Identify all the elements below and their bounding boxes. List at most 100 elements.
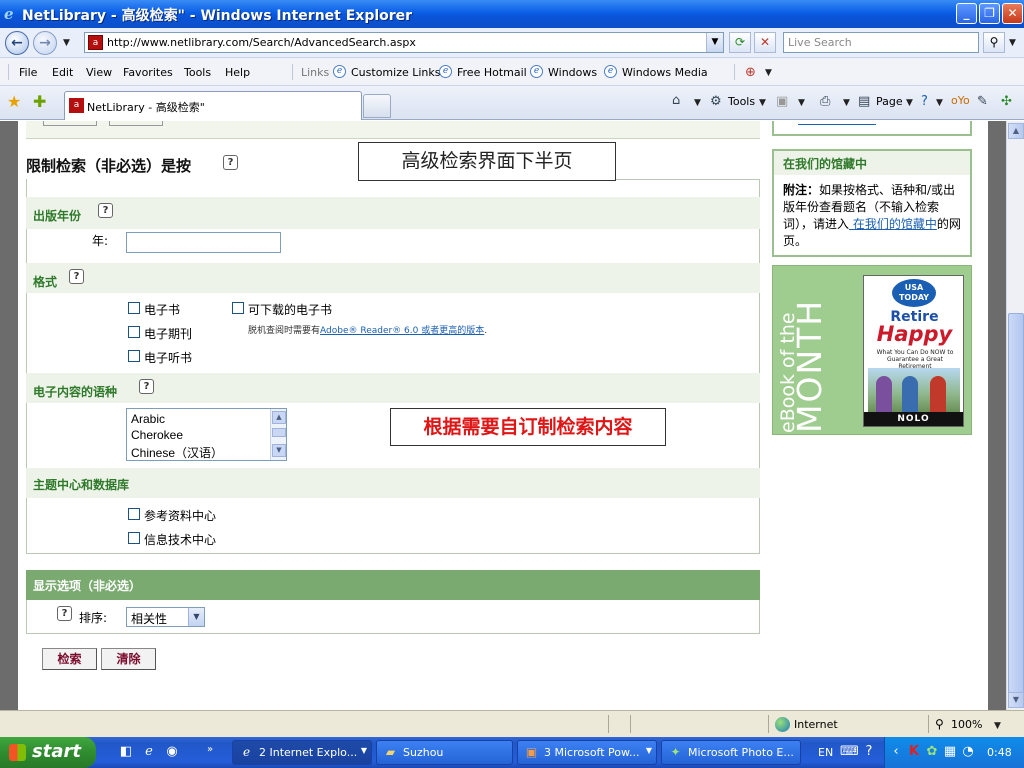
feeds-icon[interactable]: ▣ [776, 94, 788, 109]
page-icon[interactable]: ▤ [858, 94, 870, 109]
menu-tools[interactable]: Tools [184, 66, 211, 79]
back-button[interactable]: ← [5, 31, 29, 55]
favorites-star-icon[interactable]: ★ [7, 92, 21, 111]
taskbar-photo-editor[interactable]: ✦ Microsoft Photo E... [661, 740, 801, 765]
print-dropdown-icon[interactable]: ▼ [843, 98, 850, 108]
close-button[interactable]: ✕ [1002, 3, 1023, 24]
ie-quicklaunch-icon[interactable]: e [141, 744, 157, 760]
search-go-button[interactable]: ⚲ [983, 32, 1005, 53]
help-question-icon[interactable]: ? [57, 606, 72, 621]
zoom-level[interactable]: 100% [951, 718, 982, 731]
zoom-magnifier-icon[interactable]: ⚲ [935, 717, 944, 731]
volume-icon[interactable]: ◔ [960, 744, 976, 760]
research-icon[interactable]: ✎ [977, 94, 988, 109]
page-dropdown-icon[interactable]: ▼ [906, 98, 913, 108]
scroll-thumb[interactable] [1008, 313, 1024, 693]
security-zone[interactable]: Internet [794, 718, 838, 731]
page-command[interactable]: Page [876, 95, 903, 108]
media-player-icon[interactable]: ◉ [164, 744, 180, 760]
yahoo-icon[interactable]: oYo [951, 94, 970, 107]
help-dropdown-icon[interactable]: ▼ [936, 98, 943, 108]
taskbar-ie-windows[interactable]: e 2 Internet Explo... ▼ [232, 740, 372, 765]
link-windows-media[interactable]: Windows Media [622, 66, 708, 79]
language-help-icon[interactable]: ? [861, 744, 877, 760]
it-center-checkbox[interactable] [128, 532, 140, 544]
ejournal-checkbox[interactable] [128, 326, 140, 338]
tools-dropdown-icon[interactable]: ▼ [759, 98, 766, 108]
search-button[interactable]: 检索 [42, 648, 97, 670]
tab-netlibrary[interactable]: a NetLibrary - 高级检索" [64, 91, 362, 120]
restore-button[interactable]: ❐ [979, 3, 1000, 24]
addon-icon[interactable]: ✣ [1001, 94, 1012, 109]
ebook-checkbox[interactable] [128, 302, 140, 314]
address-dropdown-icon[interactable]: ▼ [706, 33, 723, 52]
adobe-reader-link[interactable]: Adobe® Reader® 6.0 或者更高的版本 [320, 326, 484, 336]
input-language[interactable]: EN [818, 746, 833, 759]
help-question-icon[interactable]: ? [223, 155, 238, 170]
quicklaunch-overflow-icon[interactable]: » [202, 744, 218, 760]
taskbar-powerpoint[interactable]: ▣ 3 Microsoft Pow... ▼ [517, 740, 657, 765]
reference-center-checkbox[interactable] [128, 508, 140, 520]
chevron-down-icon[interactable]: ▼ [188, 608, 204, 626]
page-scrollbar[interactable]: ▲ ▼ [1006, 121, 1024, 710]
feeds-dropdown-icon[interactable]: ▼ [798, 98, 805, 108]
help-question-icon[interactable]: ? [139, 379, 154, 394]
scroll-up-icon[interactable]: ▲ [272, 411, 286, 424]
language-option[interactable]: Chinese（汉语） [131, 444, 223, 461]
menu-help[interactable]: Help [225, 66, 250, 79]
minimize-button[interactable]: _ [956, 3, 977, 24]
taskbar-suzhou-folder[interactable]: ▰ Suzhou [376, 740, 513, 765]
refresh-button[interactable]: ⟳ [729, 32, 751, 53]
translate-dropdown-icon[interactable]: ▼ [765, 68, 772, 78]
forward-button[interactable]: → [33, 31, 57, 55]
menu-view[interactable]: View [86, 66, 112, 79]
link-free-hotmail[interactable]: Free Hotmail [457, 66, 527, 79]
menu-favorites[interactable]: Favorites [123, 66, 173, 79]
ebook-of-the-month-banner[interactable]: eBook of the MONTH USA TODAY Retire Happ… [772, 265, 972, 435]
link-customize-links[interactable]: Customize Links [351, 66, 441, 79]
home-dropdown-icon[interactable]: ▼ [694, 98, 701, 108]
zoom-dropdown-icon[interactable]: ▼ [994, 721, 1001, 731]
history-dropdown-icon[interactable]: ▼ [63, 38, 70, 48]
antivirus-icon[interactable]: K [906, 744, 922, 760]
show-desktop-icon[interactable]: ◧ [118, 744, 134, 760]
address-field[interactable]: a http://www.netlibrary.com/Search/Advan… [84, 32, 724, 53]
tray-clock[interactable]: 0:48 [987, 746, 1012, 759]
eaudiobook-checkbox[interactable] [128, 350, 140, 362]
new-tab-button[interactable] [363, 94, 391, 118]
tray-collapse-icon[interactable]: ‹ [888, 744, 904, 760]
live-search-input[interactable]: Live Search [783, 32, 979, 53]
language-option[interactable]: Cherokee [131, 428, 183, 442]
clear-button[interactable]: 清除 [101, 648, 156, 670]
translate-icon[interactable]: ⊕ [745, 65, 756, 80]
stop-button[interactable]: ✕ [754, 32, 776, 53]
menu-edit[interactable]: Edit [52, 66, 73, 79]
library-collection-link[interactable]: 在我们的馆藏中 [849, 217, 937, 231]
link-windows[interactable]: Windows [548, 66, 597, 79]
window-title-bar[interactable]: e NetLibrary - 高级检索" - Windows Internet … [0, 0, 1024, 28]
scroll-thumb[interactable] [272, 428, 286, 437]
downloadable-ebook-checkbox[interactable] [232, 302, 244, 314]
scroll-up-icon[interactable]: ▲ [1008, 123, 1024, 139]
search-options-icon[interactable]: ▼ [1009, 38, 1016, 48]
book-cover-image[interactable]: USA TODAY Retire Happy What You Can Do N… [863, 275, 964, 427]
language-option[interactable]: Arabic [131, 412, 165, 426]
start-button[interactable]: start [0, 737, 96, 768]
language-listbox[interactable]: Arabic Cherokee Chinese（汉语） ▲ ▼ [126, 408, 287, 461]
keyboard-icon[interactable]: ⌨ [840, 744, 859, 760]
scroll-down-icon[interactable]: ▼ [1008, 692, 1024, 708]
help-icon[interactable]: ? [921, 94, 928, 109]
help-question-icon[interactable]: ? [98, 203, 113, 218]
tray-app-icon[interactable]: ✿ [924, 744, 940, 760]
print-icon[interactable]: ⎙ [820, 94, 830, 109]
network-icon[interactable]: ▦ [942, 744, 958, 760]
help-question-icon[interactable]: ? [69, 269, 84, 284]
tools-command[interactable]: Tools [728, 95, 755, 108]
home-icon[interactable]: ⌂ [672, 93, 680, 108]
sort-select[interactable]: 相关性 ▼ [126, 607, 205, 627]
scroll-down-icon[interactable]: ▼ [272, 444, 286, 457]
listbox-scrollbar[interactable]: ▲ ▼ [270, 409, 286, 460]
tools-gear-icon[interactable]: ⚙ [710, 94, 722, 109]
year-input[interactable] [126, 232, 281, 253]
add-favorite-icon[interactable]: ✚ [33, 92, 46, 111]
